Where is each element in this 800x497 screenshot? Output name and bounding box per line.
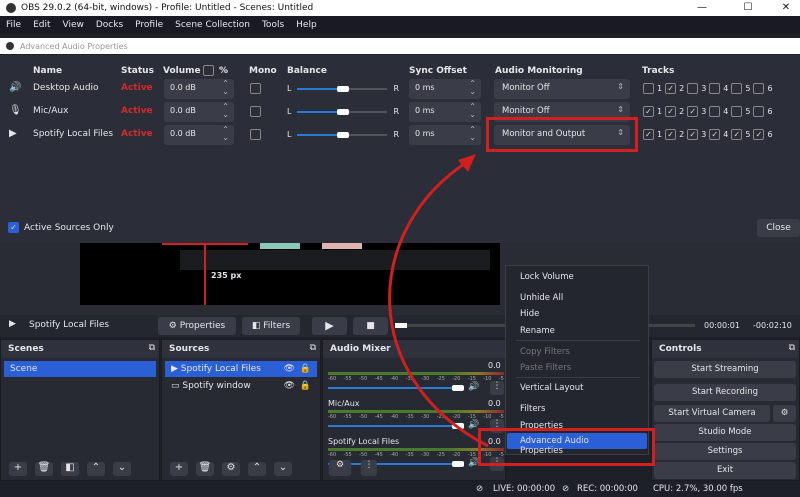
arrow-head — [458, 154, 476, 172]
annotation-arrow — [388, 154, 489, 448]
arrow-curve — [388, 158, 489, 448]
